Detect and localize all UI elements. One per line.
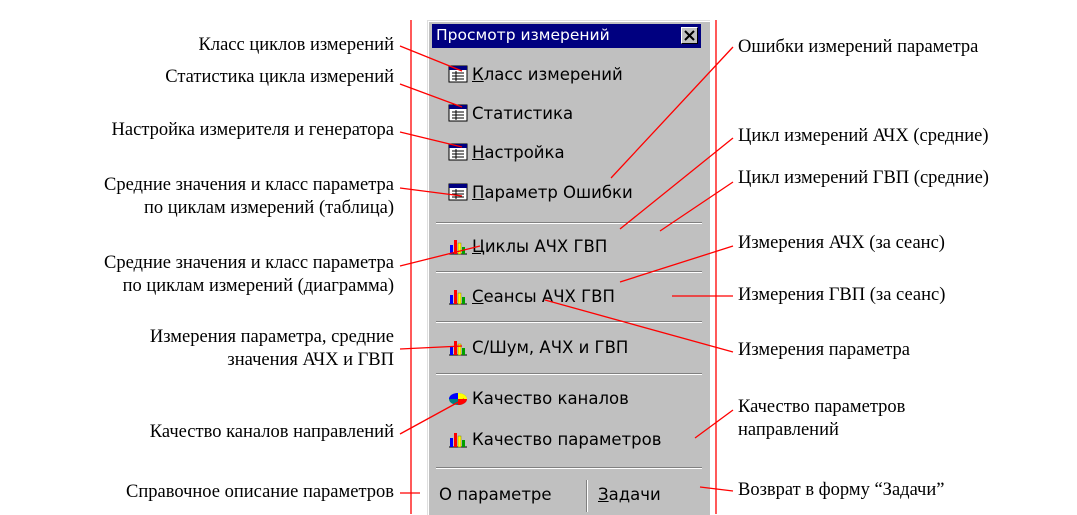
about-parameter-button[interactable]: О параметре [439,485,552,504]
menu-item-statistics[interactable]: Статистика [448,100,573,126]
annotation-gdt-cycle: Цикл измерений ГВП (средние) [738,168,989,188]
separator [436,271,702,273]
menu-item-measurement-class[interactable]: Класс измерений [448,61,623,87]
tasks-label: адачи [608,485,661,504]
menu-item-accel: С [472,286,484,306]
bar-chart-icon [449,290,467,305]
menu-item-parameter-errors[interactable]: Параметр Ошибки [448,179,633,205]
table-icon [448,183,468,201]
title-bar[interactable]: Просмотр измерений [432,24,701,48]
annotation-return-to-tasks: Возврат в форму “Задачи” [738,480,945,500]
separator [436,321,702,323]
separator [436,222,702,224]
annotation-class-cycles: Класс циклов измерений [198,35,395,55]
menu-item-sessions[interactable]: Сеансы АЧХ ГВП [448,283,615,309]
menu-item-label: араметр Ошибки [484,182,633,202]
menu-item-label: астройка [484,142,565,162]
annotation-cycle-statistics: Статистика цикла измерений [165,67,394,87]
menu-item-label: Качество параметров [472,429,662,449]
menu-item-parameter-quality[interactable]: Качество параметров [448,426,661,452]
menu-item-accel: К [472,64,484,84]
bar-chart-icon [449,341,467,356]
menu-item-accel: Ц [472,236,485,256]
annotation-meter-setup: Настройка измерителя и генератора [111,120,394,140]
menu-item-label: татистика [483,103,574,123]
separator [436,373,702,375]
annotation-parameter-quality: Качество параметров направлений [738,397,906,440]
annotation-parameter-measurements: Измерения параметра, средние значения АЧ… [149,327,394,370]
menu-item-label: иклы АЧХ ГВП [484,236,608,256]
menu-item-label: еансы АЧХ ГВП [483,286,615,306]
close-button[interactable] [681,27,698,44]
menu-item-label: С/Шум, АЧХ и ГВП [472,337,629,357]
window-title: Просмотр измерений [436,26,610,44]
separator [436,467,702,469]
menu-item-accel: П [472,182,485,202]
annotation-gdt-session: Измерения ГВП (за сеанс) [738,285,946,305]
pie-chart-icon [449,393,467,405]
menu-item-accel: Н [472,142,485,162]
annotation-parameter-measure: Измерения параметра [738,340,910,360]
separator [586,480,588,512]
table-icon [448,143,468,161]
annotation-averages-table: Средние значения и класс параметра по ци… [103,175,394,218]
annotation-parameter-reference: Справочное описание параметров [126,482,394,502]
menu-item-label: Качество каналов [472,388,629,408]
menu-item-setup[interactable]: Настройка [448,139,565,165]
menu-item-snr-afc-gdt[interactable]: С/Шум, АЧХ и ГВП [448,334,628,360]
annotation-averages-diagram: Средние значения и класс параметра по ци… [103,253,394,296]
annotation-afc-cycle: Цикл измерений АЧХ (средние) [738,126,989,146]
menu-item-accel: С [472,103,484,123]
menu-item-channel-quality[interactable]: Качество каналов [448,385,629,411]
bar-chart-icon [449,433,467,448]
menu-item-label: ласс измерений [483,64,623,84]
measurements-view-window: Просмотр измерений Класс измерений Стати… [427,20,710,515]
annotation-afc-session: Измерения АЧХ (за сеанс) [738,233,945,253]
menu-item-cycles[interactable]: Циклы АЧХ ГВП [448,233,607,259]
tasks-button[interactable]: Задачи [598,485,661,504]
close-icon [684,30,695,41]
bottom-bar: О параметре Задачи [436,476,702,514]
table-icon [448,104,468,122]
annotation-channel-quality: Качество каналов направлений [149,422,394,442]
tasks-accel: З [598,485,609,504]
annotation-measurement-errors: Ошибки измерений параметра [738,37,979,57]
bar-chart-icon [449,240,467,255]
table-icon [448,65,468,83]
